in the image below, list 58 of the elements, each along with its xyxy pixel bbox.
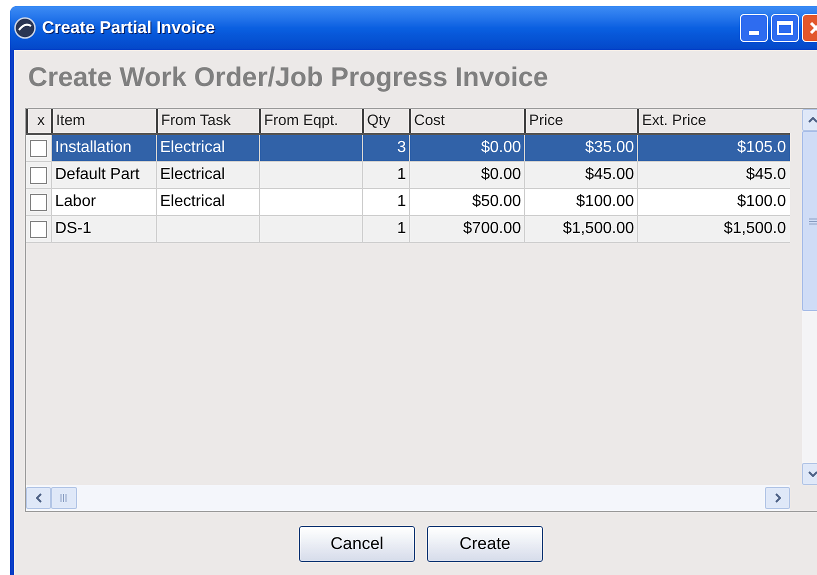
table-cell-text: 1 (397, 165, 406, 185)
scroll-thumb[interactable] (51, 487, 77, 509)
table-cell-text: $0.00 (480, 138, 521, 158)
caret-up-icon (808, 117, 817, 123)
caret-down-icon (808, 471, 817, 477)
table-cell-text: $100.0 (737, 192, 786, 212)
maximize-button[interactable] (771, 14, 799, 42)
table-cell-text: $45.0 (746, 165, 786, 185)
table-cell-text: $45.00 (585, 165, 634, 185)
table-cell-text: $105.0 (737, 138, 786, 158)
table-cell-text: 1 (397, 192, 406, 212)
column-header[interactable]: Cost (409, 109, 524, 133)
grip-icon (60, 494, 68, 502)
horizontal-scrollbar[interactable] (26, 485, 790, 511)
table-cell-text: $50.00 (472, 192, 521, 212)
row-checkbox[interactable] (30, 194, 47, 210)
table-cell-text: Electrical (160, 138, 225, 158)
scroll-right-button[interactable] (765, 487, 790, 509)
column-header[interactable]: From Task (156, 109, 259, 133)
row-checkbox[interactable] (30, 220, 47, 238)
table-cell-text: Labor (55, 192, 96, 212)
table-cell-text: $1,500.0 (724, 219, 786, 239)
column-header[interactable]: From Eqpt. (259, 109, 362, 133)
table-cell-text: DS-1 (55, 219, 92, 239)
table-cell-text: $100.00 (576, 192, 634, 212)
table-cell-text: Electrical (160, 192, 225, 212)
table-row[interactable]: Installation Electrical 3 $0.00 $35.00 $105.0 (26, 135, 790, 162)
table-cell-text: Default Part (55, 165, 140, 185)
minimize-button[interactable] (740, 14, 768, 42)
dialog-button[interactable]: Cancel (299, 526, 415, 562)
scroll-left-button[interactable] (26, 487, 51, 509)
caret-left-icon (36, 493, 42, 503)
table-cell-text: $700.00 (463, 219, 521, 239)
maximize-icon (777, 21, 793, 35)
table-cell-text: $1,500.00 (562, 219, 634, 239)
column-header[interactable]: Qty (362, 109, 409, 133)
table-row[interactable]: Default Part Electrical 1 $0.00 $45.00 $45.0 (26, 162, 790, 189)
table-cell-text: Electrical (160, 165, 225, 185)
column-header[interactable]: Item (51, 109, 156, 133)
dialog-button[interactable]: Create (427, 526, 543, 562)
minimize-icon (749, 31, 759, 35)
column-header[interactable]: x (26, 109, 51, 133)
column-header[interactable]: Ext. Price (637, 109, 789, 133)
table-cell-text: $35.00 (585, 138, 634, 158)
table-row[interactable]: DS-1 1 $700.00 $1,500.00 $1,500.0 (26, 216, 790, 243)
dialog-heading: Create Work Order/Job Progress Invoice (28, 61, 550, 94)
table-cell-text: $0.00 (480, 165, 521, 185)
row-checkbox[interactable] (30, 140, 47, 156)
table-cell-text: 3 (397, 138, 406, 158)
window-title: Create Partial Invoice (42, 17, 215, 40)
row-checkbox[interactable] (30, 166, 47, 184)
caret-right-icon (774, 493, 780, 503)
app-logo-icon (14, 17, 36, 39)
column-header[interactable]: Price (524, 109, 637, 133)
grip-icon (809, 218, 817, 224)
table-cell-text: 1 (397, 219, 406, 239)
table-cell-text: Installation (55, 138, 132, 158)
table-row[interactable]: Labor Electrical 1 $50.00 $100.00 $100.0 (26, 189, 790, 216)
